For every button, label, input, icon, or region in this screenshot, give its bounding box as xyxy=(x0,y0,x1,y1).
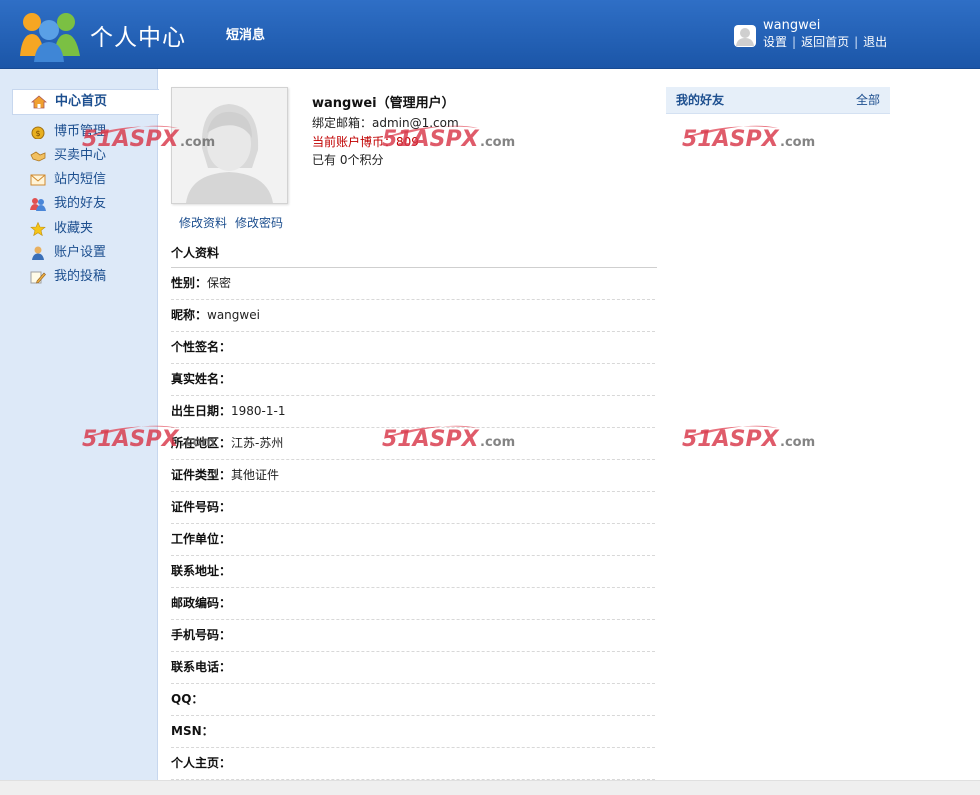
user-silhouette-icon xyxy=(736,28,754,46)
profile-coins: 当前账户博币：809 xyxy=(312,135,419,149)
friends-all-link[interactable]: 全部 xyxy=(856,87,880,113)
sidebar-item-label: 买卖中心 xyxy=(54,148,107,163)
users-group-icon xyxy=(20,13,80,62)
detail-row: 手机号码： xyxy=(171,620,655,652)
profile-email: 绑定邮箱：admin@1.com xyxy=(312,116,459,130)
header-username: wangwei xyxy=(763,18,821,33)
default-avatar-icon xyxy=(172,88,287,203)
svg-text:51ASPX: 51ASPX xyxy=(682,427,780,450)
details-title: 个人资料 xyxy=(171,244,657,268)
detail-label: 个性签名： xyxy=(171,340,232,354)
home-link[interactable]: 返回首页 xyxy=(801,35,849,49)
link-separator: | xyxy=(792,35,797,49)
user-links: 设置 | 返回首页 | 退出 xyxy=(763,33,887,50)
bottom-strip xyxy=(0,780,980,795)
friends-title: 我的好友 xyxy=(676,93,725,107)
detail-label: 手机号码： xyxy=(171,628,232,642)
detail-row: 联系地址： xyxy=(171,556,655,588)
detail-value: 江苏-苏州 xyxy=(231,436,284,450)
sidebar-item-label: 我的投稿 xyxy=(54,269,107,284)
detail-label: 证件号码： xyxy=(171,500,232,514)
detail-label: MSN： xyxy=(171,724,214,738)
detail-row: 出生日期：1980-1-1 xyxy=(171,396,655,428)
avatar-links: 修改资料 修改密码 xyxy=(179,214,291,231)
detail-value: 保密 xyxy=(207,276,232,290)
edit-password-link[interactable]: 修改密码 xyxy=(235,216,283,230)
svg-text:.com: .com xyxy=(780,135,815,150)
watermark-logo: 51ASPX .com xyxy=(682,125,815,150)
detail-row: 性别：保密 xyxy=(171,268,655,300)
logout-link[interactable]: 退出 xyxy=(863,35,887,49)
detail-row: 个人主页： xyxy=(171,748,655,780)
top-header: 个人中心 短消息 wangwei 设置 | 返回首页 | 退出 xyxy=(0,0,980,69)
detail-row: MSN： xyxy=(171,716,655,748)
sidebar: 中心首页 $ 博币管理 买卖中心 站内短信 我的好友 收藏夹 账户设置 我的投稿 xyxy=(0,69,159,780)
svg-text:$: $ xyxy=(35,129,40,138)
detail-value: 其他证件 xyxy=(231,468,280,482)
detail-label: QQ： xyxy=(171,692,204,706)
home-icon xyxy=(31,95,47,109)
detail-label: 昵称： xyxy=(171,308,208,322)
detail-label: 所在地区： xyxy=(171,436,232,450)
envelope-icon xyxy=(30,174,46,186)
page-title: 个人中心 xyxy=(90,25,186,51)
detail-label: 证件类型： xyxy=(171,468,232,482)
watermark-logo: 51ASPX .com xyxy=(682,425,815,450)
svg-text:.com: .com xyxy=(480,135,515,150)
svg-text:51ASPX: 51ASPX xyxy=(682,127,780,150)
sidebar-item-label: 我的好友 xyxy=(54,196,107,211)
detail-row: 证件号码： xyxy=(171,492,655,524)
detail-label: 联系地址： xyxy=(171,564,232,578)
user-settings-icon xyxy=(32,246,44,260)
detail-value: 1980-1-1 xyxy=(231,404,286,418)
sidebar-item-label: 账户设置 xyxy=(54,245,107,260)
handshake-icon xyxy=(30,151,46,162)
detail-row: 工作单位： xyxy=(171,524,655,556)
edit-profile-link[interactable]: 修改资料 xyxy=(179,216,227,230)
detail-value: wangwei xyxy=(207,308,260,322)
detail-row: 邮政编码： xyxy=(171,588,655,620)
detail-row: 个性签名： xyxy=(171,332,655,364)
friends-icon xyxy=(30,198,46,211)
detail-label: 联系电话： xyxy=(171,660,232,674)
detail-row: 联系电话： xyxy=(171,652,655,684)
sidebar-item-label: 站内短信 xyxy=(54,172,107,187)
sidebar-item-label: 中心首页 xyxy=(55,94,108,109)
detail-row: 昵称：wangwei xyxy=(171,300,655,332)
profile-points: 已有 0个积分 xyxy=(312,153,384,167)
detail-label: 性别： xyxy=(171,276,208,290)
profile-name: wangwei（管理用户） xyxy=(312,96,455,111)
profile-avatar xyxy=(171,87,288,204)
avatar[interactable] xyxy=(734,25,756,47)
sidebar-item-home[interactable]: 中心首页 xyxy=(12,89,159,115)
pencil-note-icon xyxy=(30,271,46,284)
detail-row: 所在地区：江苏-苏州 xyxy=(171,428,655,460)
messages-link[interactable]: 短消息 xyxy=(226,24,265,43)
detail-label: 邮政编码： xyxy=(171,596,232,610)
detail-row: 真实姓名： xyxy=(171,364,655,396)
coin-bag-icon: $ xyxy=(31,126,45,139)
svg-text:.com: .com xyxy=(780,435,815,450)
detail-row: QQ： xyxy=(171,684,655,716)
link-separator: | xyxy=(854,35,859,49)
star-icon xyxy=(30,222,46,236)
detail-label: 真实姓名： xyxy=(171,372,232,386)
settings-link[interactable]: 设置 xyxy=(763,35,787,49)
detail-label: 出生日期： xyxy=(171,404,232,418)
sidebar-item-label: 收藏夹 xyxy=(54,221,94,236)
sidebar-item-label: 博币管理 xyxy=(54,124,107,139)
friends-panel-header: 我的好友 全部 xyxy=(666,87,890,114)
detail-label: 个人主页： xyxy=(171,756,232,770)
detail-label: 工作单位： xyxy=(171,532,232,546)
detail-row: 证件类型：其他证件 xyxy=(171,460,655,492)
